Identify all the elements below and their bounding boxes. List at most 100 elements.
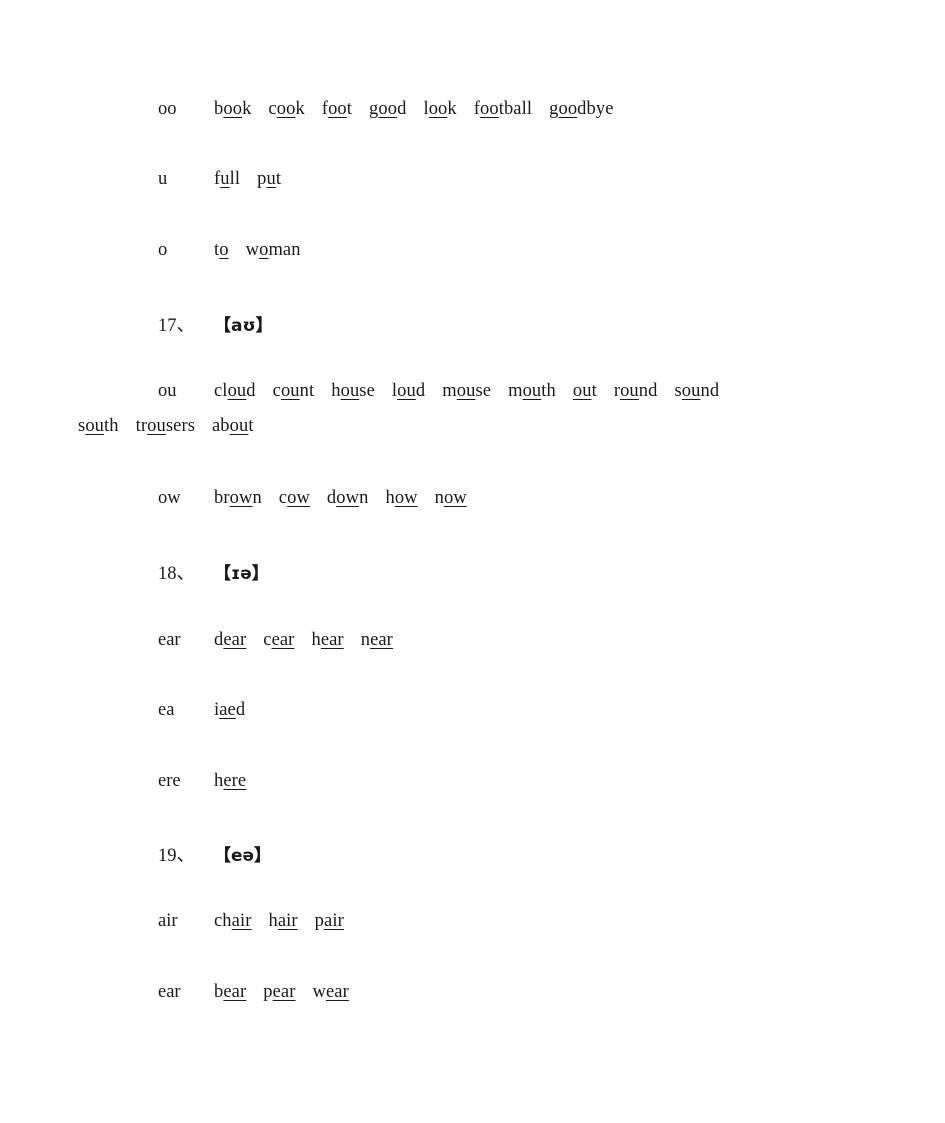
word-item: count — [273, 382, 315, 401]
underlined-grapheme: ear — [272, 982, 296, 1002]
word-prefix: m — [508, 381, 523, 401]
word-item: cear — [263, 631, 294, 650]
word-list: to woman — [214, 240, 301, 260]
word-item: bear — [214, 983, 246, 1002]
word-item: mouse — [442, 382, 491, 401]
word-item: put — [257, 170, 281, 189]
grapheme-label: oo — [158, 99, 177, 119]
underlined-grapheme: ou — [227, 381, 247, 401]
word-item: football — [474, 100, 532, 119]
word-item: dear — [214, 631, 246, 650]
word-suffix: k — [242, 99, 252, 119]
underlined-grapheme: ear — [223, 630, 247, 650]
word-prefix: h — [268, 911, 278, 931]
word-item: pair — [315, 912, 344, 931]
word-suffix: k — [447, 99, 457, 119]
word-list: full put — [214, 169, 281, 189]
word-prefix: w — [312, 982, 326, 1002]
section-ipa: 【ɪə】 — [214, 564, 269, 584]
word-item: to — [214, 241, 229, 260]
underlined-grapheme: ow — [394, 488, 418, 508]
word-item: chair — [214, 912, 251, 931]
grapheme-label: ea — [158, 700, 175, 720]
word-suffix: se — [359, 381, 375, 401]
word-list: book cook foot good look football goodbye — [214, 99, 614, 119]
word-item: full — [214, 170, 240, 189]
underlined-grapheme: ou — [340, 381, 360, 401]
word-suffix: nt — [299, 381, 315, 401]
underlined-grapheme: u — [266, 169, 276, 189]
section-number: 19、 — [158, 846, 196, 866]
word-suffix: sers — [165, 415, 195, 436]
word-prefix: d — [326, 488, 337, 508]
word-row-u: u full put — [118, 170, 281, 189]
word-prefix: b — [214, 99, 224, 119]
word-item: good — [369, 100, 406, 119]
underlined-grapheme: ou — [229, 415, 249, 436]
word-item: how — [385, 489, 417, 508]
word-prefix: c — [268, 99, 277, 119]
word-item: goodbye — [549, 100, 613, 119]
word-item: cow — [279, 489, 310, 508]
word-prefix: b — [214, 982, 224, 1002]
underlined-grapheme: air — [324, 911, 344, 931]
word-prefix: br — [214, 488, 230, 508]
word-suffix: n — [252, 488, 262, 508]
word-item: here — [214, 772, 246, 791]
word-suffix: t — [591, 381, 597, 401]
word-prefix: p — [314, 911, 325, 931]
underlined-grapheme: oo — [223, 99, 243, 119]
section-ipa: 【aʊ】 — [214, 316, 273, 336]
word-prefix: cl — [214, 381, 228, 401]
section-heading-19: 19、 【eə】 — [118, 841, 271, 867]
word-suffix: th — [104, 415, 119, 436]
word-item: about — [212, 415, 254, 436]
word-prefix: w — [245, 240, 260, 260]
underlined-grapheme: ae — [219, 700, 236, 720]
word-prefix: c — [272, 381, 281, 401]
word-item: near — [361, 631, 393, 650]
underlined-grapheme: oo — [480, 99, 499, 119]
grapheme-label: ear — [158, 982, 181, 1002]
underlined-grapheme: ou — [681, 381, 701, 401]
underlined-grapheme: ow — [229, 488, 253, 508]
section-number: 17、 — [158, 316, 196, 336]
word-suffix: d — [415, 381, 426, 401]
word-prefix: s — [674, 381, 682, 401]
underlined-grapheme: ear — [223, 982, 247, 1002]
word-item: look — [423, 100, 456, 119]
word-item: cook — [268, 100, 304, 119]
underlined-grapheme: oo — [328, 99, 347, 119]
underlined-grapheme: ear — [320, 630, 344, 650]
underlined-grapheme: ou — [522, 381, 542, 401]
word-item: iaed — [214, 701, 245, 720]
word-item: cloud — [214, 382, 256, 401]
word-prefix: m — [442, 381, 457, 401]
word-list-continued: south trousers about — [78, 416, 271, 436]
word-prefix: tr — [135, 415, 148, 436]
word-suffix: t — [275, 169, 282, 189]
grapheme-label: o — [158, 240, 168, 260]
word-item: mouth — [508, 382, 556, 401]
underlined-grapheme: ou — [456, 381, 476, 401]
grapheme-label: ou — [158, 381, 177, 401]
underlined-grapheme: ou — [620, 381, 639, 401]
underlined-grapheme: oo — [276, 99, 296, 119]
word-prefix: c — [278, 488, 288, 508]
word-prefix: c — [263, 630, 272, 650]
word-item: sound — [674, 382, 719, 401]
underlined-grapheme: ear — [271, 630, 295, 650]
word-suffix: n — [359, 488, 369, 508]
underlined-grapheme: ou — [147, 415, 166, 436]
word-list: bear pear wear — [214, 982, 349, 1002]
word-suffix: th — [541, 381, 556, 401]
word-row-o: o to woman — [118, 241, 301, 260]
underlined-grapheme: oo — [378, 99, 398, 119]
word-item: south — [78, 415, 119, 436]
word-prefix: g — [369, 99, 379, 119]
word-item: woman — [246, 241, 301, 260]
word-item: pear — [263, 983, 295, 1002]
word-item: foot — [322, 100, 352, 119]
word-suffix: dbye — [577, 99, 614, 119]
word-suffix: k — [295, 99, 305, 119]
